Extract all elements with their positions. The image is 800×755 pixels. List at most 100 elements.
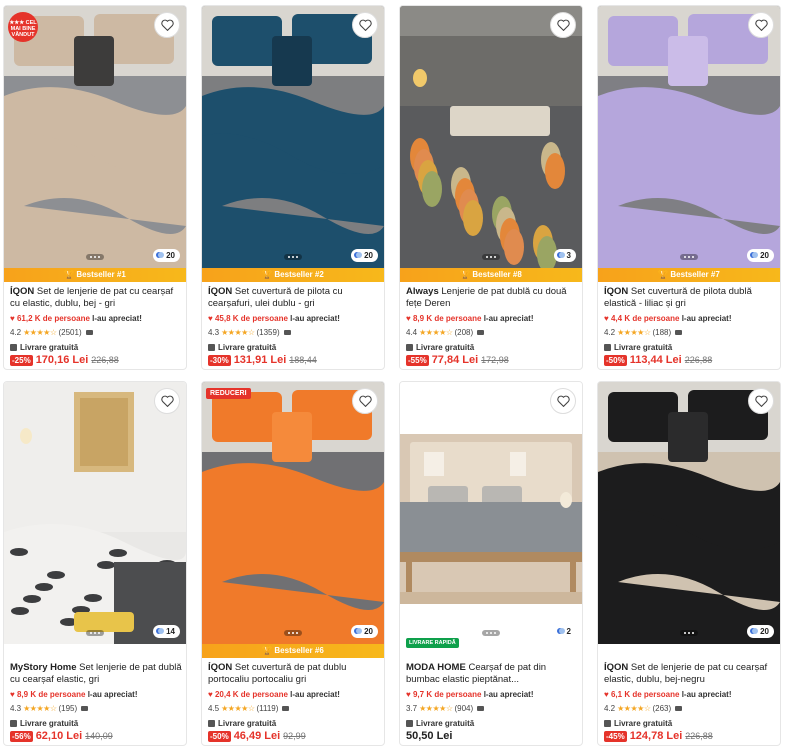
rating-value: 4.3 — [208, 328, 220, 337]
review-count: (1359) — [256, 328, 280, 337]
image-count: 2 — [566, 627, 571, 636]
favorite-button[interactable] — [550, 12, 576, 38]
image-count: 20 — [364, 251, 373, 260]
liked-count: 20,4 K de persoane — [214, 690, 288, 699]
product-name: Set de lenjerie de pat cu cearșaf cu ela… — [10, 286, 174, 309]
favorite-button[interactable] — [748, 388, 774, 414]
carousel-dots[interactable] — [86, 254, 104, 260]
camera-icon — [85, 330, 93, 335]
liked-suffix: l-au apreciat! — [483, 690, 534, 699]
product-name: Set de lenjerie de pat cu cearșaf elasti… — [604, 662, 768, 685]
star-icons: ★★★★☆ — [419, 704, 453, 713]
liked-info: ♥ 6,1 K de persoane l-au apreciat! — [604, 690, 732, 699]
colors-icon — [156, 627, 165, 636]
product-card[interactable]: ★★★ CEL MAI BINE VÂNDUT 20 🏆 Bestseller #1… — [3, 5, 187, 370]
shipping-row: Livrare gratuită — [604, 719, 672, 728]
shipping-text: Livrare gratuită — [614, 343, 673, 352]
product-title[interactable]: Always Lenjerie de pat dublă cu două feț… — [406, 286, 578, 310]
carousel-dots[interactable] — [284, 254, 302, 260]
image-count-badge: 3 — [553, 249, 576, 262]
heart-icon — [556, 19, 570, 31]
box-icon — [10, 720, 17, 727]
favorite-button[interactable] — [748, 12, 774, 38]
product-title[interactable]: ÍQON Set cuvertură de pat dublu portocal… — [208, 662, 380, 686]
rating-row[interactable]: 4.3 ★★★★☆ (195) — [10, 704, 89, 713]
liked-info: ♥ 4,4 K de persoane l-au apreciat! — [604, 314, 732, 323]
current-price: 77,84 Lei — [431, 354, 479, 366]
heart-filled-icon: ♥ — [10, 314, 17, 323]
carousel-dots[interactable] — [482, 630, 500, 636]
rating-row[interactable]: 4.2 ★★★★☆ (263) — [604, 704, 683, 713]
shipping-text: Livrare gratuită — [416, 343, 475, 352]
price-row: -45% 124,78 Lei 226,88 — [604, 730, 713, 742]
rating-row[interactable]: 4.2 ★★★★☆ (188) — [604, 328, 683, 337]
colors-icon — [556, 251, 565, 260]
product-image — [202, 6, 384, 268]
product-image-container[interactable]: 2 — [400, 382, 582, 644]
review-count: (188) — [652, 328, 672, 337]
liked-count: 45,8 K de persoane — [214, 314, 288, 323]
product-image-container[interactable]: ★★★ CEL MAI BINE VÂNDUT 20 — [4, 6, 186, 268]
favorite-button[interactable] — [154, 388, 180, 414]
product-brand: Always — [406, 286, 439, 297]
favorite-button[interactable] — [352, 388, 378, 414]
image-count: 20 — [760, 251, 769, 260]
product-card[interactable]: 14 MyStory Home Set lenjerie de pat dublă… — [3, 381, 187, 746]
carousel-dots[interactable] — [86, 630, 104, 636]
box-icon — [604, 720, 611, 727]
shipping-row: Livrare gratuită — [406, 343, 474, 352]
box-icon — [604, 344, 611, 351]
rating-row[interactable]: 4.4 ★★★★☆ (208) — [406, 328, 485, 337]
favorite-button[interactable] — [550, 388, 576, 414]
product-title[interactable]: ÍQON Set cuvertură de pilota dublă elast… — [604, 286, 776, 310]
product-title[interactable]: ÍQON Set de lenjerie de pat cu cearșaf c… — [10, 286, 182, 310]
rating-value: 3.7 — [406, 704, 418, 713]
product-image-container[interactable]: 20 — [598, 6, 780, 268]
product-brand: ÍQON — [10, 286, 35, 297]
product-title[interactable]: ÍQON Set cuvertură de pilota cu cearșafu… — [208, 286, 380, 310]
current-price: 170,16 Lei — [35, 354, 89, 366]
product-card[interactable]: REDUCERI 20 🏆 Bestseller #6 ÍQON Set cuvert… — [201, 381, 385, 746]
product-image-container[interactable]: 20 — [202, 6, 384, 268]
liked-suffix: l-au apreciat! — [290, 314, 340, 323]
camera-icon — [81, 706, 89, 711]
old-price: 226,88 — [684, 355, 713, 365]
review-count: (208) — [454, 328, 474, 337]
product-title[interactable]: ÍQON Set de lenjerie de pat cu cearșaf e… — [604, 662, 776, 686]
current-price: 50,50 Lei — [406, 730, 453, 742]
product-image-container[interactable]: 20 — [598, 382, 780, 644]
product-title[interactable]: MODA HOME Cearșaf de pat din bumbac elas… — [406, 662, 578, 686]
image-count: 14 — [166, 627, 175, 636]
product-card[interactable]: 20 🏆 Bestseller #7 ÍQON Set cuvertură de p… — [597, 5, 781, 370]
product-card[interactable]: 3 🏆 Bestseller #8 Always Lenjerie de pat d… — [399, 5, 583, 370]
heart-filled-icon: ♥ — [406, 314, 413, 323]
shipping-text: Livrare gratuită — [218, 343, 277, 352]
bestseller-bar: 🏆 Bestseller #6 — [202, 644, 384, 658]
bestseller-bar: 🏆 Bestseller #7 — [598, 268, 780, 282]
product-title[interactable]: MyStory Home Set lenjerie de pat dublă c… — [10, 662, 182, 686]
product-image-container[interactable]: 14 — [4, 382, 186, 644]
product-card[interactable]: 20 🏆 Bestseller #2 ÍQON Set cuvertură de p… — [201, 5, 385, 370]
rating-row[interactable]: 4.5 ★★★★☆ (1119) — [208, 704, 290, 713]
product-image-container[interactable]: REDUCERI 20 — [202, 382, 384, 644]
product-card[interactable]: 20 ÍQON Set de lenjerie de pat cu cearșaf… — [597, 381, 781, 746]
rating-row[interactable]: 4.3 ★★★★☆ (1359) — [208, 328, 291, 337]
old-price: 226,88 — [685, 731, 713, 741]
star-icons: ★★★★☆ — [221, 704, 255, 713]
carousel-dots[interactable] — [680, 254, 698, 260]
camera-icon — [675, 330, 683, 335]
discount-badge: -56% — [10, 730, 33, 742]
product-card[interactable]: 2 LIVRARE RAPIDĂ MODA HOME Cearșaf de pat … — [399, 381, 583, 746]
favorite-button[interactable] — [154, 12, 180, 38]
carousel-dots[interactable] — [482, 254, 500, 260]
rating-row[interactable]: 4.2 ★★★★☆ (2501) — [10, 328, 93, 337]
carousel-dots[interactable] — [680, 630, 698, 636]
rating-row[interactable]: 3.7 ★★★★☆ (904) — [406, 704, 485, 713]
discount-badge: -30% — [208, 354, 231, 366]
shipping-text: Livrare gratuită — [218, 719, 277, 728]
box-icon — [208, 720, 215, 727]
favorite-button[interactable] — [352, 12, 378, 38]
product-image-container[interactable]: 3 — [400, 6, 582, 268]
carousel-dots[interactable] — [284, 630, 302, 636]
shipping-row: Livrare gratuită — [604, 343, 672, 352]
